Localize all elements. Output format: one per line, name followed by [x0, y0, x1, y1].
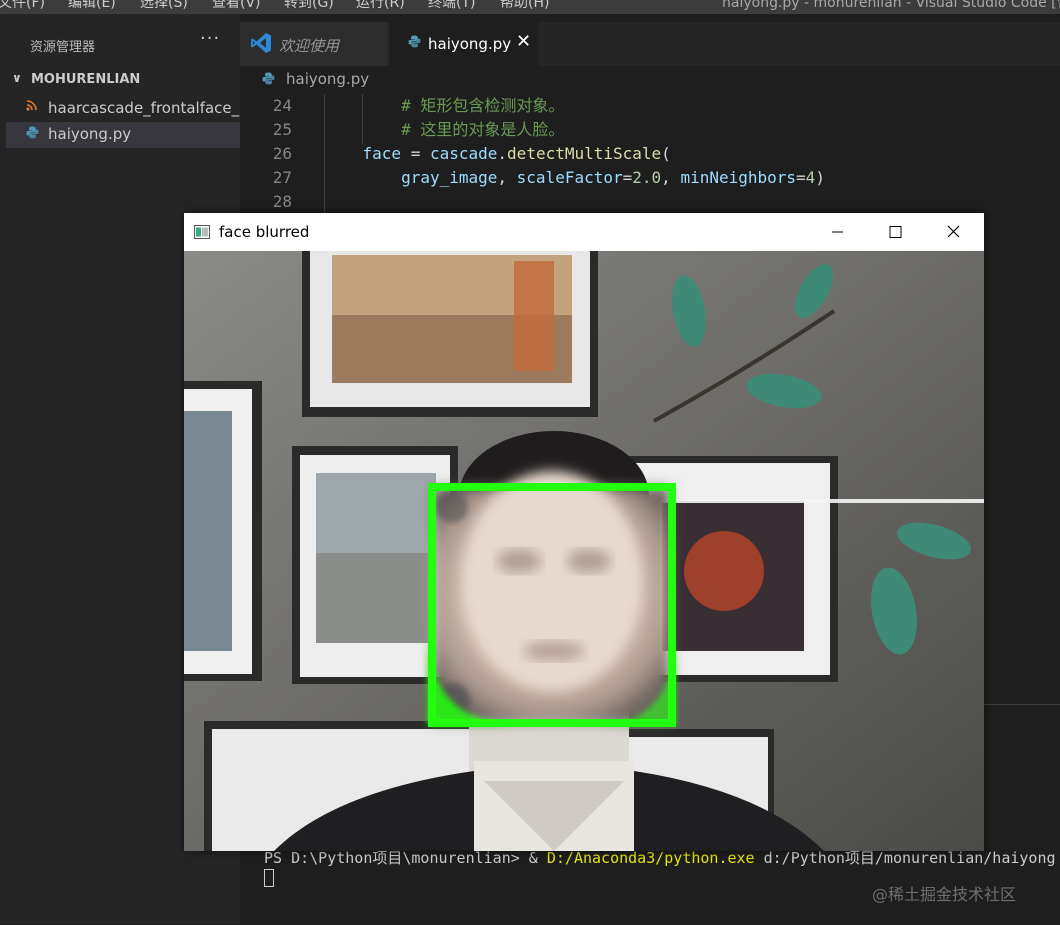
- menu-file[interactable]: 文件(F): [0, 0, 45, 10]
- code-token: minNeighbors: [680, 168, 797, 187]
- face-blurred-window[interactable]: face blurred: [184, 213, 984, 851]
- menu-help[interactable]: 帮助(H): [500, 0, 549, 10]
- code-text: gray_image, scaleFactor=2.0, minNeighbor…: [324, 166, 825, 190]
- code-text: face = cascade.detectMultiScale(: [324, 142, 671, 166]
- code-token: gray_image: [401, 168, 498, 187]
- explorer-header: 资源管理器: [30, 40, 96, 55]
- line-number: 25: [272, 120, 292, 139]
- line-number: 26: [272, 144, 292, 163]
- code-line[interactable]: 26 face = cascade.detectMultiScale(: [240, 142, 1060, 166]
- menu-selection[interactable]: 选择(S): [140, 0, 188, 10]
- file-item-haarcascade[interactable]: haarcascade_frontalface_...: [6, 96, 253, 122]
- tab-label: haiyong.py: [428, 35, 512, 53]
- terminal-cursor: [264, 869, 274, 887]
- file-label: haiyong.py: [48, 125, 132, 143]
- python-icon: [26, 126, 39, 143]
- folder-row[interactable]: ∨ MOHURENLIAN: [0, 70, 240, 92]
- maximize-button[interactable]: [872, 219, 918, 245]
- window-title: haiyong.py - monurenlian - Visual Studio…: [722, 0, 1060, 11]
- webcam-frame: [184, 251, 984, 851]
- app-window-icon: [194, 224, 210, 239]
- code-token: (: [661, 144, 671, 163]
- code-token: 2.0: [632, 168, 662, 187]
- line-number: 27: [272, 168, 292, 187]
- close-icon: [947, 225, 960, 238]
- breadcrumb-file[interactable]: haiyong.py: [286, 70, 369, 88]
- watermark: @稀土掘金技术社区: [872, 885, 1017, 904]
- menu-go[interactable]: 转到(G): [284, 0, 334, 10]
- more-actions-icon[interactable]: ···: [200, 28, 220, 49]
- code-text: # 矩形包含检测对象。: [324, 94, 564, 118]
- maximize-icon: [889, 226, 902, 238]
- line-number: 28: [272, 192, 292, 211]
- menu-terminal[interactable]: 终端(T): [428, 0, 475, 10]
- line-number: 24: [272, 96, 292, 115]
- rss-icon: [26, 100, 37, 115]
- code-token: =: [401, 144, 430, 163]
- code-token: # 这里的对象是人脸。: [401, 120, 565, 139]
- code-token: ,: [497, 168, 517, 187]
- python-icon: [408, 35, 421, 52]
- menu-edit[interactable]: 编辑(E): [68, 0, 116, 10]
- code-line[interactable]: 28: [240, 190, 1060, 214]
- close-icon[interactable]: ✕: [516, 31, 531, 52]
- window-title: face blurred: [219, 223, 310, 241]
- chevron-down-icon: ∨: [12, 71, 22, 85]
- code-token: detectMultiScale: [507, 144, 662, 163]
- menu-view[interactable]: 查看(V): [212, 0, 261, 10]
- breadcrumb: haiyong.py: [240, 66, 1060, 94]
- python-icon: [262, 72, 275, 89]
- code-token: ,: [661, 168, 681, 187]
- webcam-scene-image: [184, 251, 984, 851]
- window-close-button[interactable]: [930, 219, 976, 245]
- minimize-icon: [832, 231, 843, 233]
- code-text: # 这里的对象是人脸。: [324, 118, 564, 142]
- code-line[interactable]: 24 # 矩形包含检测对象。: [240, 94, 1060, 118]
- minimize-button[interactable]: [814, 219, 860, 245]
- code-line[interactable]: 25 # 这里的对象是人脸。: [240, 118, 1060, 142]
- folder-label: MOHURENLIAN: [31, 72, 141, 87]
- vscode-icon: [250, 32, 272, 54]
- tab-welcome[interactable]: 欢迎使用: [240, 22, 388, 66]
- tab-label: 欢迎使用: [279, 37, 340, 55]
- code-token: 4: [805, 168, 816, 187]
- menu-run[interactable]: 运行(R): [356, 0, 405, 10]
- menu-bar: 文件(F) 编辑(E) 选择(S) 查看(V) 转到(G) 运行(R) 终端(T…: [0, 0, 1060, 14]
- code-token: ): [815, 168, 825, 187]
- window-titlebar[interactable]: face blurred: [184, 213, 984, 251]
- code-token: =: [796, 168, 806, 187]
- code-token: # 矩形包含检测对象。: [401, 96, 565, 115]
- code-line[interactable]: 27 gray_image, scaleFactor=2.0, minNeigh…: [240, 166, 1060, 190]
- terminal-exe: D:/Anaconda3/python.exe: [546, 849, 755, 867]
- tab-haiyong-py[interactable]: haiyong.py ✕: [390, 22, 538, 66]
- code-token: scaleFactor: [516, 168, 623, 187]
- code-token: .: [497, 144, 508, 163]
- file-label: haarcascade_frontalface_...: [48, 99, 254, 117]
- terminal-prompt: PS D:\Python项目\monurenlian> &: [264, 849, 547, 867]
- code-token: cascade: [429, 144, 498, 163]
- file-item-haiyong[interactable]: haiyong.py: [6, 122, 240, 148]
- tab-bar: 欢迎使用 haiyong.py ✕: [240, 22, 1060, 66]
- terminal-args: d:/Python项目/monurenlian/haiyong: [754, 849, 1056, 867]
- code-token: =: [622, 168, 633, 187]
- code-token: face: [362, 144, 402, 163]
